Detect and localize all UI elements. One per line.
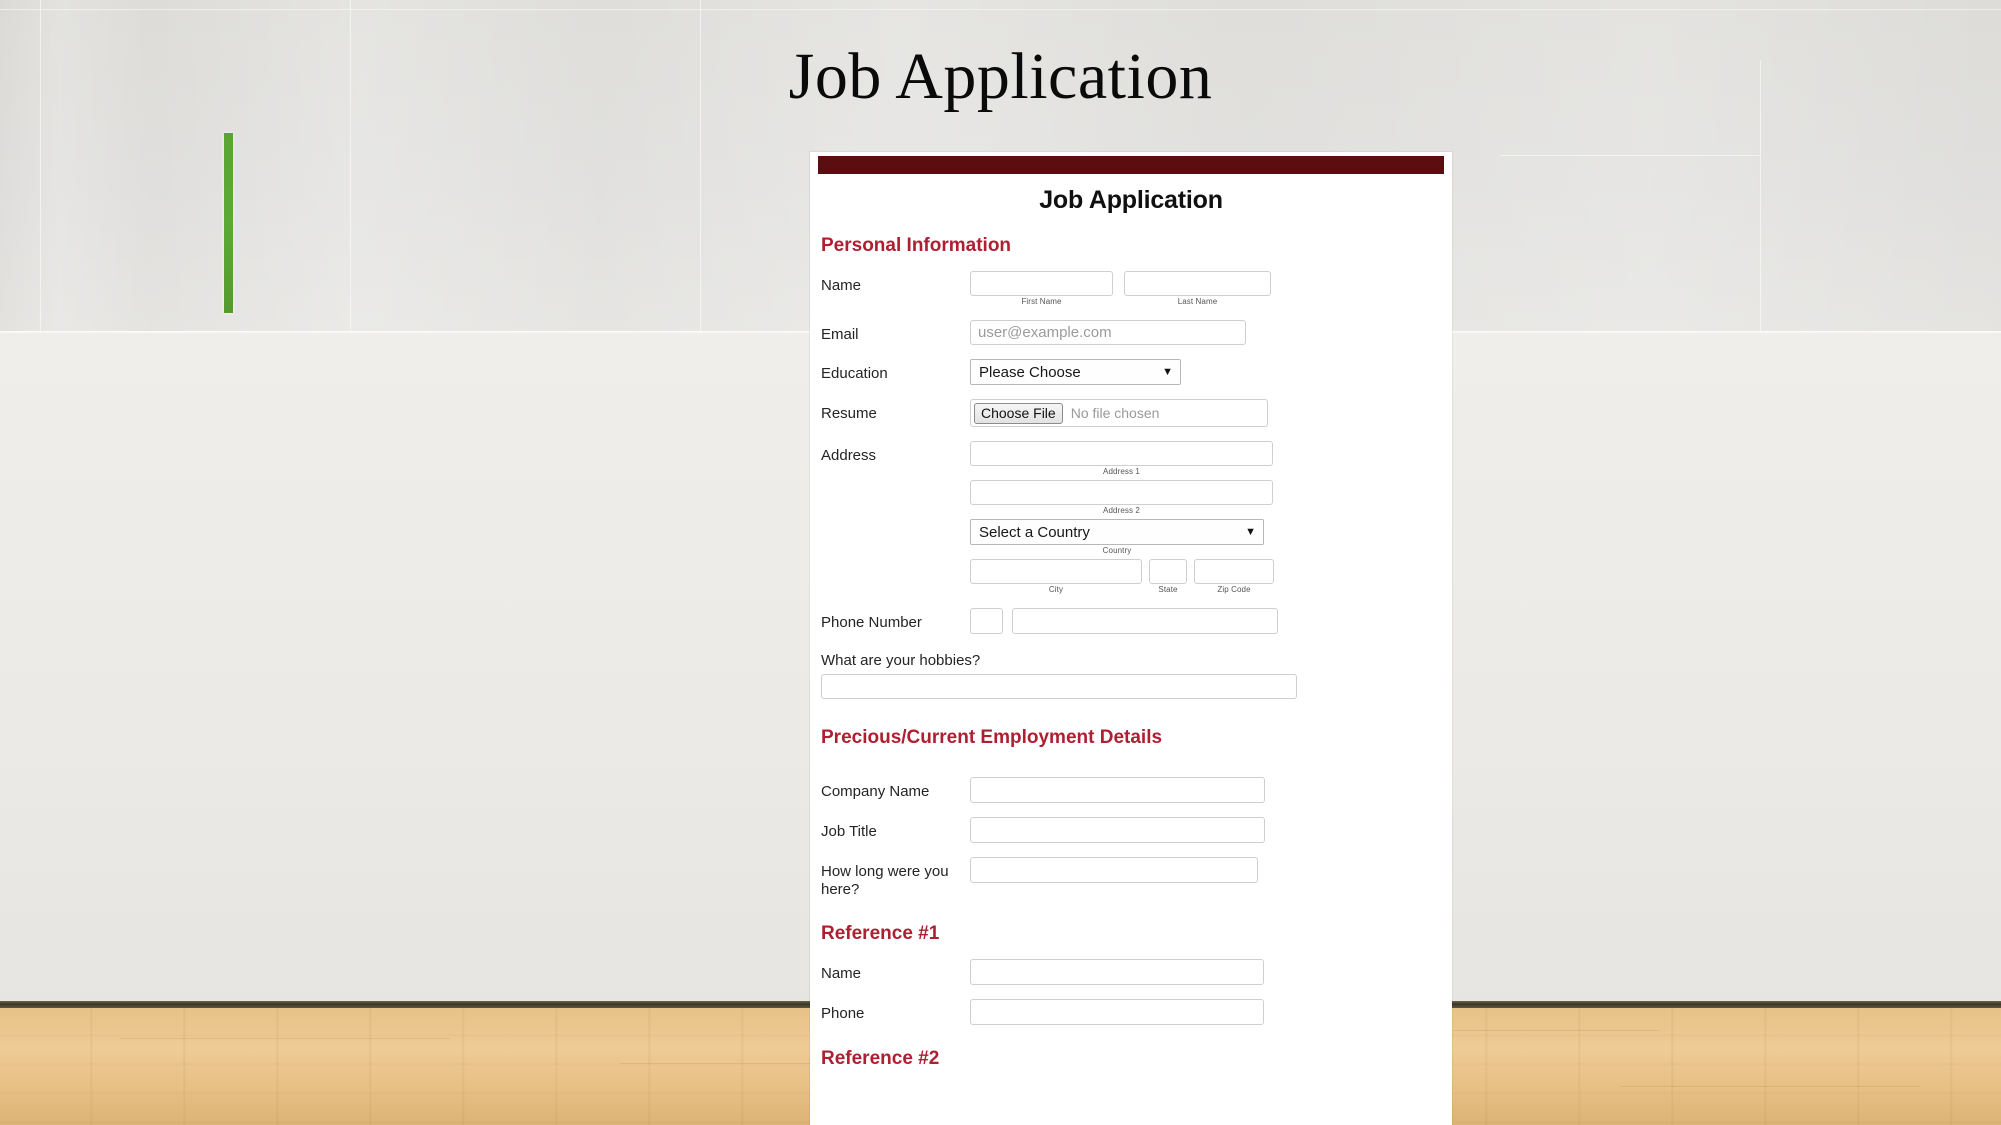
reference1-name-input[interactable] [970, 959, 1264, 986]
first-name-group: First Name [970, 271, 1113, 306]
education-select[interactable]: Please Choose ▼ [970, 359, 1181, 385]
file-status-text: No file chosen [1070, 405, 1160, 421]
section-heading-personal-information: Personal Information [821, 235, 1012, 256]
field-row-resume: Resume Choose File No file chosen [818, 399, 1444, 427]
label-job-title: Job Title [821, 823, 877, 840]
job-application-form-card: Job Application Personal Information Nam… [810, 152, 1452, 1125]
zip-group: Zip Code [1194, 559, 1274, 594]
country-select[interactable]: Select a Country ▼ [970, 519, 1264, 545]
field-row-company-name: Company Name [818, 777, 1444, 803]
city-state-zip-group: City State Zip Code [970, 559, 1444, 594]
section-heading-employment-details: Precious/Current Employment Details [821, 727, 1163, 748]
reference1-phone-input[interactable] [970, 999, 1264, 1026]
zip-code-sublabel: Zip Code [1217, 585, 1251, 594]
floor-grain [1620, 1086, 1920, 1087]
city-group: City [970, 559, 1142, 594]
field-row-job-title: Job Title [818, 817, 1444, 843]
wall-seam-line [1500, 155, 1760, 156]
last-name-group: Last Name [1124, 271, 1271, 306]
field-row-phone-number: Phone Number [818, 608, 1444, 634]
label-reference1-name: Name [821, 965, 862, 983]
state-input[interactable] [1149, 559, 1187, 584]
city-sublabel: City [1048, 585, 1064, 594]
address-controls: Address 1 Address 2 Select a Country ▼ C… [970, 441, 1444, 594]
reference1-phone-controls [970, 999, 1444, 1026]
job-title-input[interactable] [970, 817, 1265, 843]
address-line1-input[interactable] [970, 441, 1273, 466]
address-line2-group: Address 2 [970, 480, 1444, 515]
address-line2-input[interactable] [970, 480, 1273, 505]
field-row-address: Address Address 1 Address 2 Select a Cou… [818, 441, 1444, 594]
phone-controls [970, 608, 1444, 634]
country-group: Select a Country ▼ Country [970, 519, 1444, 555]
section-heading-reference-2: Reference #2 [821, 1048, 940, 1070]
resume-controls: Choose File No file chosen [970, 399, 1444, 427]
phone-area-code-input[interactable] [970, 608, 1003, 634]
field-row-duration: How long were you here? [818, 857, 1444, 898]
state-sublabel: State [1158, 585, 1178, 594]
label-hobbies-question: What are your hobbies? [821, 652, 981, 669]
chevron-down-icon: ▼ [1245, 525, 1256, 538]
email-input[interactable]: user@example.com [970, 320, 1246, 345]
form-title: Job Application [1039, 186, 1223, 214]
phone-number-input[interactable] [1012, 608, 1278, 634]
hobbies-input[interactable] [821, 674, 1297, 699]
field-row-reference1-name: Name [818, 959, 1444, 986]
country-sublabel: Country [1102, 546, 1132, 555]
name-controls: First Name Last Name [970, 271, 1444, 306]
green-accent-bar [224, 133, 233, 313]
label-phone-number: Phone Number [821, 614, 922, 631]
label-education: Education [821, 365, 888, 382]
label-name: Name [821, 277, 862, 294]
first-name-sublabel: First Name [1021, 297, 1062, 306]
last-name-input[interactable] [1124, 271, 1271, 296]
reference1-name-controls [970, 959, 1444, 986]
field-row-email: Email user@example.com [818, 320, 1444, 345]
label-email: Email [821, 326, 859, 343]
duration-controls [970, 857, 1444, 883]
first-name-input[interactable] [970, 271, 1113, 296]
zip-code-input[interactable] [1194, 559, 1274, 584]
label-duration: How long were you here? [821, 863, 949, 898]
country-selected-value: Select a Country [979, 523, 1090, 541]
address-line1-sublabel: Address 1 [1103, 467, 1140, 476]
field-row-reference1-phone: Phone [818, 999, 1444, 1026]
company-name-input[interactable] [970, 777, 1265, 803]
company-name-controls [970, 777, 1444, 803]
education-controls: Please Choose ▼ [970, 359, 1444, 385]
form-top-banner [818, 156, 1444, 174]
field-row-name: Name First Name Last Name [818, 271, 1444, 306]
label-resume: Resume [821, 405, 877, 422]
section-heading-reference-1: Reference #1 [821, 923, 940, 945]
chevron-down-icon: ▼ [1162, 365, 1173, 378]
duration-input[interactable] [970, 857, 1258, 883]
education-selected-value: Please Choose [979, 363, 1081, 381]
city-input[interactable] [970, 559, 1142, 584]
job-title-controls [970, 817, 1444, 843]
address-line2-sublabel: Address 2 [1103, 506, 1140, 515]
label-address: Address [821, 447, 877, 464]
resume-file-input[interactable]: Choose File No file chosen [970, 399, 1268, 427]
email-controls: user@example.com [970, 320, 1444, 345]
field-row-education: Education Please Choose ▼ [818, 359, 1444, 385]
label-reference1-phone: Phone [821, 1005, 865, 1023]
slide-title: Job Application [788, 40, 1213, 113]
form-body: Job Application Personal Information Nam… [810, 174, 1452, 1070]
floor-grain [120, 1038, 450, 1039]
state-group: State [1149, 559, 1187, 594]
choose-file-button[interactable]: Choose File [974, 402, 1063, 424]
last-name-sublabel: Last Name [1177, 297, 1218, 306]
presentation-slide: Job Application Job Application Personal… [0, 0, 2001, 1125]
label-company-name: Company Name [821, 783, 930, 800]
